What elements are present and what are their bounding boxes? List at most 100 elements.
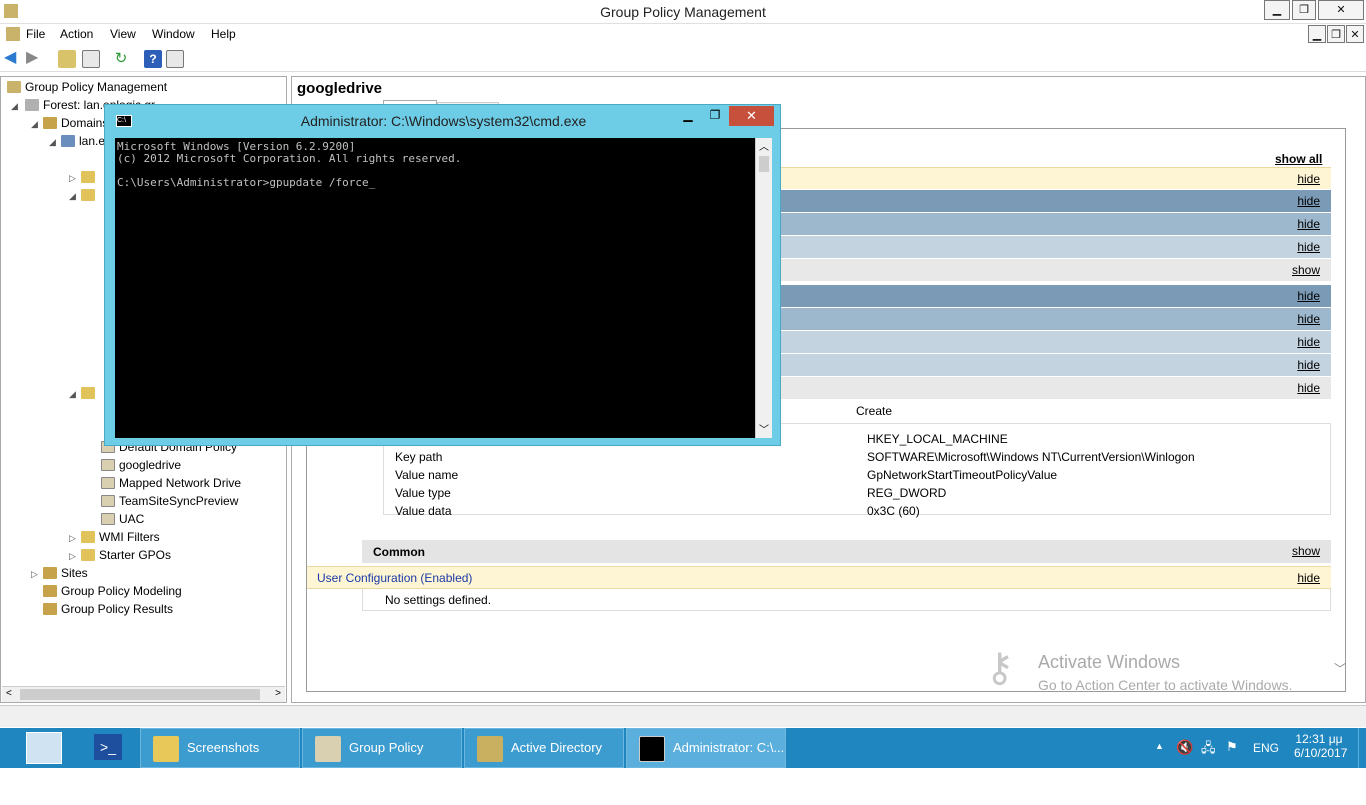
collapse-icon[interactable]: ◢ xyxy=(49,137,56,148)
inner-close-button[interactable]: ✕ xyxy=(1346,25,1364,43)
scroll-left-icon[interactable]: < xyxy=(6,688,12,699)
volume-muted-icon[interactable]: 🔇 xyxy=(1176,739,1193,756)
hide-link[interactable]: hide xyxy=(1297,312,1320,326)
show-all-link[interactable]: show all xyxy=(1275,152,1322,166)
hide-link[interactable]: hide xyxy=(1297,358,1320,372)
taskbar-item-ad-users[interactable]: Active Directory U... xyxy=(464,728,624,793)
cmd-window[interactable]: C:\ Administrator: C:\Windows\system32\c… xyxy=(104,104,781,446)
tree-node-domain[interactable]: lan.e xyxy=(61,132,105,150)
menu-file[interactable]: File xyxy=(26,27,45,41)
menu-view[interactable]: View xyxy=(110,27,136,41)
collapse-icon[interactable]: ◢ xyxy=(11,101,18,112)
menu-help[interactable]: Help xyxy=(211,27,236,41)
tree-node-domains[interactable]: Domains xyxy=(43,114,108,132)
ad-icon xyxy=(477,736,503,762)
expand-icon[interactable]: ▷ xyxy=(69,533,76,544)
tree-node-sites[interactable]: Sites xyxy=(43,564,88,582)
gpo-title: googledrive xyxy=(297,80,383,97)
taskbar-item-screenshots[interactable]: Screenshots xyxy=(140,728,300,768)
collapse-icon[interactable]: ◢ xyxy=(69,389,76,400)
value-name-label: Value name xyxy=(395,468,459,482)
scroll-down-icon[interactable]: ﹀ xyxy=(1334,660,1346,677)
tree-node-gpo-container[interactable] xyxy=(81,384,99,402)
help-icon[interactable]: ? xyxy=(144,50,162,68)
hide-link[interactable]: hide xyxy=(1297,217,1320,231)
inner-minimize-button[interactable]: ▁ xyxy=(1308,25,1326,43)
scroll-thumb[interactable] xyxy=(20,689,260,700)
scroll-right-icon[interactable]: > xyxy=(275,688,281,699)
maximize-button[interactable]: ❐ xyxy=(1292,0,1316,20)
menu-action[interactable]: Action xyxy=(60,27,93,41)
show-hide-tree-icon[interactable] xyxy=(82,50,100,68)
tree-node-gpo[interactable]: TeamSiteSyncPreview xyxy=(101,492,238,510)
tree-node-modeling[interactable]: Group Policy Modeling xyxy=(43,582,182,600)
tree-node-folder[interactable] xyxy=(81,168,99,186)
app-icon xyxy=(4,4,18,18)
scroll-thumb[interactable] xyxy=(759,156,769,172)
tree-node-gpo[interactable]: googledrive xyxy=(101,456,181,474)
tree-label: Group Policy Results xyxy=(61,602,174,616)
gpo-icon xyxy=(101,513,115,525)
clock[interactable]: 12:31 μμ 6/10/2017 xyxy=(1294,732,1347,760)
cmd-scrollbar[interactable]: ︿ ﹀ xyxy=(755,138,772,438)
back-arrow-icon[interactable]: ◀ xyxy=(4,50,22,68)
network-icon[interactable]: 🖧 xyxy=(1201,739,1216,761)
hide-link[interactable]: hide xyxy=(1297,240,1320,254)
hide-link[interactable]: hide xyxy=(1297,381,1320,395)
tree-node-results[interactable]: Group Policy Results xyxy=(43,600,173,618)
scroll-up-icon[interactable]: ︿ xyxy=(759,138,769,153)
minimize-button[interactable]: ▁ xyxy=(1264,0,1290,20)
forward-arrow-icon[interactable]: ▶ xyxy=(26,50,44,68)
tree-node-wmi[interactable]: WMI Filters xyxy=(81,528,160,546)
collapse-icon[interactable]: ◢ xyxy=(31,119,38,130)
cmd-maximize-button[interactable]: ❐ xyxy=(702,106,728,126)
server-manager-icon[interactable] xyxy=(26,732,62,764)
console-output[interactable]: Microsoft Windows [Version 6.2.9200] (c)… xyxy=(115,138,755,438)
tree-node-gpo[interactable]: UAC xyxy=(101,510,144,528)
hide-link[interactable]: hide xyxy=(1297,289,1320,303)
activation-watermark-text: Go to Action Center to activate Windows. xyxy=(1038,677,1293,693)
expand-icon[interactable]: ▷ xyxy=(69,551,76,562)
close-button[interactable]: ✕ xyxy=(1318,0,1364,20)
folder-icon xyxy=(81,189,95,201)
language-indicator[interactable]: ENG xyxy=(1253,741,1279,755)
taskbar-item-cmd[interactable]: Administrator: C:\... xyxy=(626,728,786,768)
cmd-close-button[interactable]: ✕ xyxy=(729,106,774,126)
tree-node-gpo[interactable]: Mapped Network Drive xyxy=(101,474,241,492)
expand-icon[interactable]: ▷ xyxy=(31,569,38,580)
refresh-icon[interactable]: ↻ xyxy=(112,50,130,68)
expand-icon[interactable]: ▷ xyxy=(69,173,76,184)
hide-link[interactable]: hide xyxy=(1297,335,1320,349)
powershell-icon[interactable]: >_ xyxy=(94,734,122,760)
cmd-minimize-button[interactable]: ▁ xyxy=(675,106,701,126)
gpm-icon xyxy=(7,81,21,93)
taskbar-label: Screenshots xyxy=(187,740,260,755)
cmd-icon xyxy=(639,736,665,762)
tree-node-folder[interactable] xyxy=(81,186,99,204)
show-link[interactable]: show xyxy=(1292,544,1320,558)
modeling-icon xyxy=(43,585,57,597)
key-path-value: SOFTWARE\Microsoft\Windows NT\CurrentVer… xyxy=(867,450,1195,464)
hide-link[interactable]: hide xyxy=(1297,172,1320,186)
action-center-icon[interactable]: ⚑ xyxy=(1226,739,1238,755)
tree-horizontal-scrollbar[interactable]: < > xyxy=(2,686,285,702)
menu-window[interactable]: Window xyxy=(152,27,195,41)
inner-restore-button[interactable]: ❐ xyxy=(1327,25,1345,43)
value-name-value: GpNetworkStartTimeoutPolicyValue xyxy=(867,468,1058,482)
hide-link[interactable]: hide xyxy=(1297,571,1320,585)
value-type-value: REG_DWORD xyxy=(867,486,947,500)
hide-link[interactable]: hide xyxy=(1297,194,1320,208)
tree-node-starter[interactable]: Starter GPOs xyxy=(81,546,171,564)
collapse-icon[interactable]: ◢ xyxy=(69,191,76,202)
taskbar-item-gpm[interactable]: Group Policy Man... xyxy=(302,728,462,793)
properties-icon[interactable] xyxy=(166,50,184,68)
show-link[interactable]: show xyxy=(1292,263,1320,277)
tree-node-root[interactable]: Group Policy Management xyxy=(7,78,167,96)
scroll-down-icon[interactable]: ﹀ xyxy=(759,421,769,436)
title-bar: Group Policy Management ▁ ❐ ✕ xyxy=(0,0,1366,24)
up-folder-icon[interactable] xyxy=(58,50,76,68)
show-desktop-button[interactable] xyxy=(1358,728,1366,768)
show-hidden-icons-icon[interactable]: ▲ xyxy=(1155,741,1164,751)
gpo-icon xyxy=(101,495,115,507)
doc-icon xyxy=(6,27,20,41)
